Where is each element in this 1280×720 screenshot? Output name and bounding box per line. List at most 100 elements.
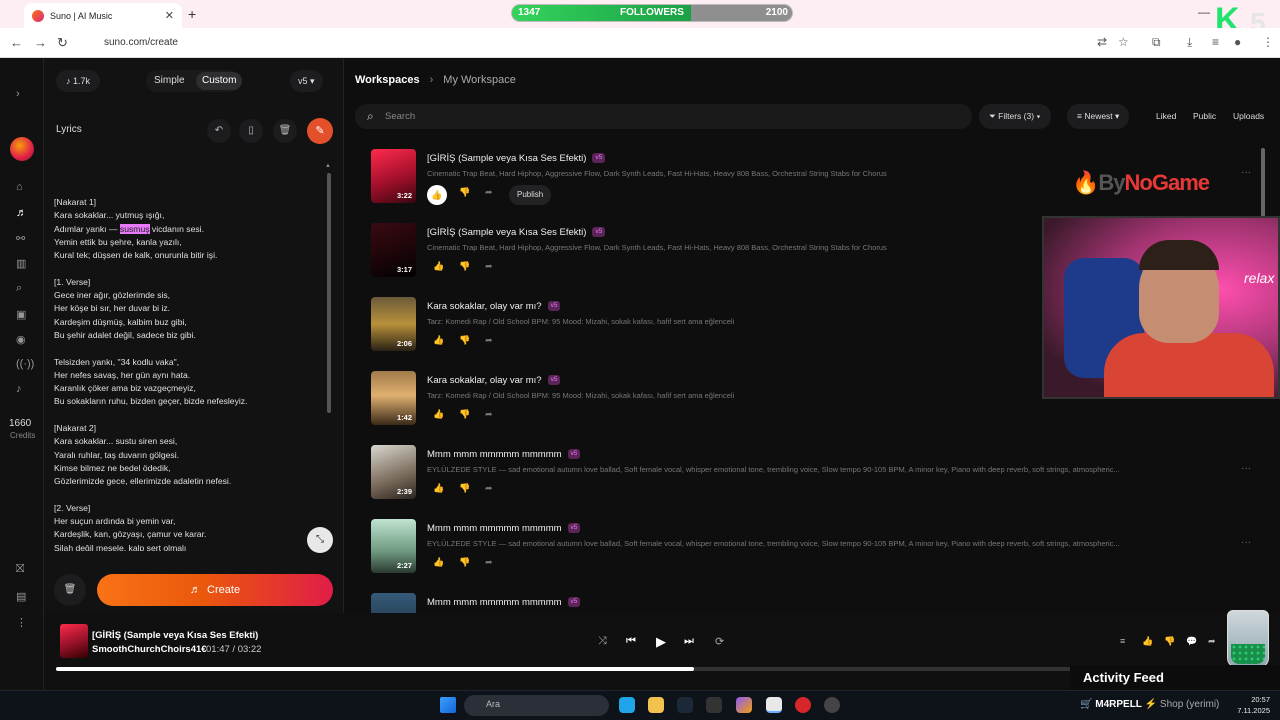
reading-list-icon[interactable]: ≡: [1212, 35, 1219, 49]
song-title[interactable]: Kara sokaklar, olay var mı? v5: [427, 375, 561, 386]
epic-games-icon[interactable]: [706, 697, 722, 713]
share-icon[interactable]: ➦: [485, 261, 493, 272]
notifications-icon[interactable]: ♪: [16, 383, 22, 395]
like-icon[interactable]: 👍: [433, 557, 444, 568]
radio-icon[interactable]: ((·)): [16, 358, 34, 370]
create-music-icon[interactable]: ♬: [16, 207, 27, 219]
obs-icon[interactable]: [824, 697, 840, 713]
song-row[interactable]: 2:39 Mmm mmm mmmmm mmmmm v5 EYLÜLZEDE STYLE…: [371, 441, 1251, 501]
publish-button[interactable]: Publish: [509, 185, 552, 205]
song-row[interactable]: 2:27 Mmm mmm mmmmm mmmmm v5 EYLÜLZEDE STYLE…: [371, 515, 1251, 575]
play-icon[interactable]: ▶: [656, 634, 666, 650]
filters-button[interactable]: ⏷ Filters (3) ▾: [979, 104, 1051, 129]
song-title[interactable]: Mmm mmm mmmmm mmmmm v5: [427, 597, 581, 608]
song-thumbnail[interactable]: 1:42: [371, 371, 416, 425]
song-title[interactable]: Mmm mmm mmmmm mmmmm v5: [427, 523, 581, 534]
browser-menu-icon[interactable]: ⋮: [1262, 35, 1274, 49]
copilot-icon[interactable]: [736, 697, 752, 713]
expand-lyrics-icon[interactable]: ⤡: [307, 527, 333, 553]
translate-icon[interactable]: ⇄: [1097, 35, 1107, 49]
next-track-icon[interactable]: ⏭: [684, 635, 694, 648]
search-input[interactable]: [385, 108, 945, 125]
explore-icon[interactable]: ◉: [16, 333, 26, 346]
edge-browser-icon[interactable]: [619, 697, 635, 713]
share-icon[interactable]: ➦: [1208, 636, 1216, 647]
comment-icon[interactable]: 💬: [1186, 636, 1197, 647]
library-icon[interactable]: ▥: [16, 257, 26, 270]
scroll-up-icon[interactable]: ▲: [325, 163, 331, 169]
breadcrumb-my-workspace[interactable]: My Workspace: [443, 74, 516, 86]
chrome-icon[interactable]: [766, 697, 782, 713]
generate-lyrics-icon[interactable]: ✎: [307, 118, 333, 144]
like-icon[interactable]: 👍: [433, 261, 444, 272]
gift-icon[interactable]: ⛝: [16, 563, 24, 576]
copy-icon[interactable]: ▯: [239, 119, 263, 143]
settings-icon[interactable]: ▤: [16, 590, 26, 603]
song-thumbnail[interactable]: 2:06: [371, 297, 416, 351]
song-thumbnail[interactable]: 3:22: [371, 149, 416, 203]
browser-tab[interactable]: Suno | AI Music ✕: [24, 3, 182, 28]
bookmark-star-icon[interactable]: ☆: [1118, 35, 1129, 49]
song-thumbnail[interactable]: 2:39: [371, 445, 416, 499]
extensions-icon[interactable]: ⧉: [1152, 35, 1161, 50]
song-thumbnail[interactable]: 2:27: [371, 519, 416, 573]
more-options-icon[interactable]: ···: [1241, 463, 1251, 474]
song-thumbnail[interactable]: [371, 593, 416, 615]
forward-icon[interactable]: →: [34, 35, 47, 50]
home-icon[interactable]: ⌂: [16, 181, 23, 193]
uploads-filter-button[interactable]: Uploads: [1233, 104, 1264, 129]
profile-avatar-icon[interactable]: ●: [1234, 35, 1241, 49]
song-thumbnail[interactable]: 3:17: [371, 223, 416, 277]
dislike-icon[interactable]: 👎: [459, 409, 470, 420]
dislike-icon[interactable]: 👎: [459, 557, 470, 568]
dislike-icon[interactable]: 👎: [459, 261, 470, 272]
like-icon[interactable]: 👍: [433, 409, 444, 420]
liked-filter-button[interactable]: Liked: [1156, 104, 1176, 129]
expand-sidebar-icon[interactable]: ›: [16, 88, 20, 100]
share-icon[interactable]: ➦: [485, 187, 493, 198]
reload-icon[interactable]: ↻: [57, 35, 68, 51]
song-row[interactable]: Mmm mmm mmmmm mmmmmv5EYLÜLZEDE STYLE — s…: [371, 589, 1251, 615]
close-tab-icon[interactable]: ✕: [165, 9, 174, 22]
lyrics-scrollbar[interactable]: [327, 173, 331, 413]
opera-icon[interactable]: [795, 697, 811, 713]
sort-button[interactable]: ≡ Newest ▾: [1067, 104, 1130, 129]
user-avatar[interactable]: [10, 137, 34, 161]
taskbar-search-box[interactable]: Ara: [464, 695, 609, 716]
shuffle-icon[interactable]: ⤨: [598, 635, 607, 648]
share-icon[interactable]: ➦: [485, 409, 493, 420]
back-icon[interactable]: ←: [10, 35, 23, 50]
share-icon[interactable]: ➦: [485, 335, 493, 346]
system-clock[interactable]: 20:57 7.11.2025: [1230, 694, 1270, 716]
dislike-icon[interactable]: 👎: [459, 335, 470, 346]
breadcrumb-workspaces[interactable]: Workspaces: [355, 74, 420, 86]
repeat-icon[interactable]: ⟳: [715, 635, 724, 648]
lyrics-textarea[interactable]: [Nakarat 1] Kara sokaklar... yutmuş ışığı…: [54, 196, 314, 551]
song-list-scrollbar[interactable]: [1261, 148, 1265, 218]
mode-simple-tab[interactable]: Simple: [154, 75, 185, 86]
mode-custom-tab[interactable]: Custom: [196, 72, 243, 90]
now-playing-thumbnail[interactable]: [60, 624, 88, 658]
now-playing-artist[interactable]: SmoothChurchChoirs41€: [92, 644, 207, 655]
reset-form-icon[interactable]: 🗑: [54, 574, 86, 606]
more-options-icon[interactable]: ···: [1241, 537, 1251, 548]
steam-icon[interactable]: [677, 697, 693, 713]
like-icon[interactable]: 👍: [433, 335, 444, 346]
minimize-icon[interactable]: —: [1198, 5, 1210, 19]
clear-lyrics-icon[interactable]: 🗑: [273, 119, 297, 143]
song-title[interactable]: [GİRİŞ (Sample veya Kısa Ses Efekti) v5: [427, 227, 606, 238]
file-explorer-icon[interactable]: [648, 697, 664, 713]
url-field[interactable]: suno.com/create: [84, 32, 1144, 54]
share-icon[interactable]: ➦: [485, 557, 493, 568]
previous-track-icon[interactable]: ⏮: [626, 635, 636, 648]
song-title[interactable]: Kara sokaklar, olay var mı? v5: [427, 301, 561, 312]
song-title[interactable]: [GİRİŞ (Sample veya Kısa Ses Efekti) v5: [427, 153, 606, 164]
create-button[interactable]: ♬ Create: [97, 574, 333, 606]
like-icon[interactable]: 👍: [1142, 636, 1153, 647]
like-icon[interactable]: 👍: [433, 483, 444, 494]
studio-icon[interactable]: ⚯: [16, 232, 25, 245]
dislike-icon[interactable]: 👎: [459, 187, 470, 198]
model-version-select[interactable]: v5 ▾: [290, 70, 323, 92]
dislike-icon[interactable]: 👎: [1164, 636, 1175, 647]
queue-icon[interactable]: ≡: [1120, 636, 1125, 646]
